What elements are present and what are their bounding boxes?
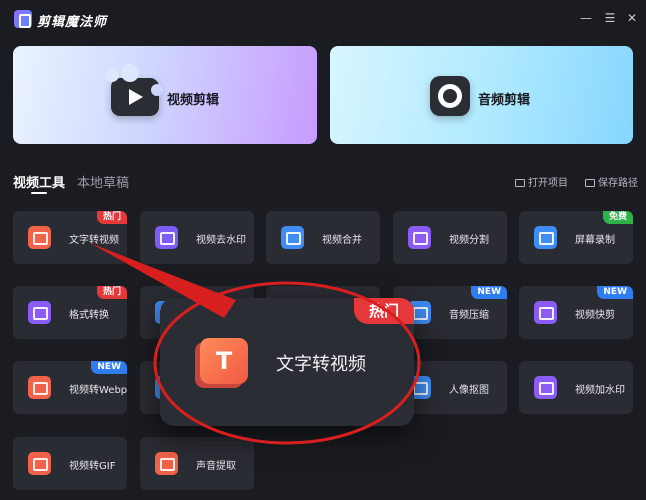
- tool-card[interactable]: 格式转换 热门: [13, 286, 127, 339]
- minimize-button[interactable]: —: [578, 10, 594, 26]
- tool-label: 视频合并: [322, 235, 362, 246]
- tool-label: 音频压缩: [449, 310, 489, 321]
- tool-icon: [28, 376, 51, 399]
- tool-label: 人像抠图: [449, 385, 489, 396]
- tool-card[interactable]: 视频合并: [266, 211, 380, 264]
- menu-button[interactable]: ☰: [602, 10, 618, 26]
- tool-label: 格式转换: [69, 310, 109, 321]
- tool-icon: [155, 226, 178, 249]
- video-edit-label: 视频剪辑: [167, 93, 220, 108]
- tool-label: 视频转GIF: [69, 461, 116, 472]
- zoom-hot-badge: 热门: [354, 298, 414, 324]
- tool-icon: [408, 226, 431, 249]
- tool-label: 视频加水印: [575, 385, 625, 396]
- tool-card[interactable]: 文字转视频 热门: [13, 211, 127, 264]
- tool-icon: [534, 226, 557, 249]
- tool-badge: 热门: [96, 211, 127, 224]
- zoom-icon-letter: T: [215, 347, 233, 375]
- video-play-icon: [105, 64, 163, 116]
- audio-edit-label: 音频剪辑: [478, 93, 531, 108]
- tool-card[interactable]: 视频加水印: [519, 361, 633, 414]
- tool-label: 视频去水印: [196, 235, 246, 246]
- tool-icon: [155, 452, 178, 475]
- tool-icon: [534, 301, 557, 324]
- save-path-button[interactable]: 保存路径: [585, 174, 638, 189]
- tab-video-tools[interactable]: 视频工具: [13, 172, 65, 194]
- tool-card[interactable]: 视频分割: [393, 211, 507, 264]
- text-to-video-icon: T: [200, 338, 248, 384]
- tool-badge: NEW: [91, 361, 127, 374]
- tool-label: 屏幕录制: [575, 235, 615, 246]
- tool-icon: [28, 226, 51, 249]
- tab-local-drafts[interactable]: 本地草稿: [77, 172, 129, 191]
- close-button[interactable]: ✕: [624, 10, 640, 26]
- tool-label: 文字转视频: [69, 235, 119, 246]
- save-path-label: 保存路径: [598, 178, 638, 189]
- tool-card[interactable]: 声音提取: [140, 437, 254, 490]
- tool-label: 声音提取: [196, 461, 236, 472]
- tool-badge: 免费: [602, 211, 633, 224]
- tool-label: 视频快剪: [575, 310, 615, 321]
- tool-icon: [534, 376, 557, 399]
- audio-edit-banner[interactable]: 音频剪辑: [330, 46, 633, 144]
- tool-badge: NEW: [471, 286, 507, 299]
- tool-card[interactable]: 视频去水印: [140, 211, 254, 264]
- tool-badge: NEW: [597, 286, 633, 299]
- tool-label: 视频分割: [449, 235, 489, 246]
- tool-icon: [28, 301, 51, 324]
- save-icon: [585, 179, 595, 187]
- tool-card[interactable]: 视频转GIF: [13, 437, 127, 490]
- tool-card[interactable]: 屏幕录制 免费: [519, 211, 633, 264]
- tool-card[interactable]: 视频转Webp NEW: [13, 361, 127, 414]
- zoom-label: 文字转视频: [276, 354, 366, 375]
- folder-icon: [515, 179, 525, 187]
- open-project-label: 打开项目: [528, 178, 568, 189]
- app-title: 剪辑魔法师: [37, 15, 108, 30]
- video-edit-banner[interactable]: 视频剪辑: [13, 46, 317, 144]
- app-logo-icon: [14, 10, 32, 28]
- tool-badge: 热门: [96, 286, 127, 299]
- tool-label: 视频转Webp: [69, 385, 127, 396]
- zoom-callout: 热门 T 文字转视频: [160, 298, 414, 426]
- audio-disc-icon: [430, 76, 470, 116]
- title-bar: 剪辑魔法师 — ☰ ✕: [0, 0, 646, 38]
- tool-icon: [281, 226, 304, 249]
- tool-icon: [28, 452, 51, 475]
- tool-card[interactable]: 视频快剪 NEW: [519, 286, 633, 339]
- open-project-button[interactable]: 打开项目: [515, 174, 568, 189]
